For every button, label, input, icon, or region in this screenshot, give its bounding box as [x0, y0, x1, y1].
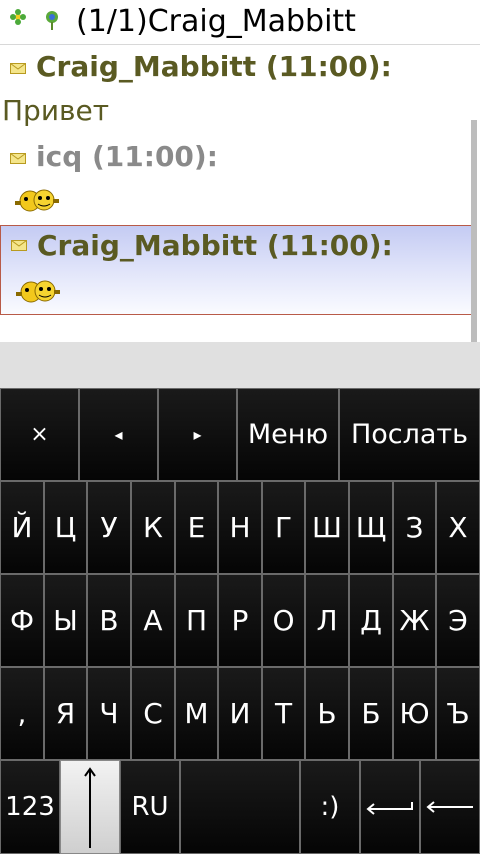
client-icon	[46, 11, 58, 30]
send-button[interactable]: Послать	[339, 388, 480, 481]
letter-key[interactable]: П	[175, 574, 218, 667]
enter-icon	[366, 802, 413, 815]
letter-key[interactable]: Й	[0, 481, 44, 574]
menu-button[interactable]: Меню	[237, 388, 339, 481]
chat-scrollbar[interactable]	[471, 120, 477, 342]
flower-status-icon	[10, 9, 26, 25]
chat-title: (1/1)Craig_Mabbitt	[76, 4, 356, 39]
cursor-left-button[interactable]: ◂	[79, 388, 158, 481]
letter-key[interactable]: Щ	[349, 481, 393, 574]
letter-key[interactable]: Х	[436, 481, 480, 574]
letter-key[interactable]: Н	[218, 481, 262, 574]
letter-key[interactable]: О	[262, 574, 305, 667]
space-key[interactable]	[180, 760, 300, 854]
letter-key[interactable]: Ъ	[436, 667, 480, 760]
message-sender: Craig_Mabbitt (11:00):	[36, 50, 392, 83]
letter-key[interactable]: И	[218, 667, 262, 760]
letter-key[interactable]: Д	[349, 574, 393, 667]
chat-history[interactable]: Craig_Mabbitt (11:00): Привет icq (11:00…	[0, 45, 480, 342]
numbers-key[interactable]: 123	[0, 760, 60, 854]
language-key[interactable]: RU	[120, 760, 180, 854]
envelope-icon	[10, 63, 26, 74]
message-text: Привет	[2, 94, 110, 127]
letter-key[interactable]: Г	[262, 481, 305, 574]
letter-key[interactable]: Т	[262, 667, 305, 760]
letter-key[interactable]: У	[87, 481, 131, 574]
message-sender: Craig_Mabbitt (11:00):	[37, 229, 393, 262]
letter-key[interactable]: Ж	[393, 574, 436, 667]
letter-key[interactable]: Ф	[0, 574, 44, 667]
shift-key[interactable]	[60, 760, 120, 854]
letter-key[interactable]: Ч	[87, 667, 131, 760]
input-area[interactable]	[0, 342, 480, 388]
letter-key[interactable]: Л	[305, 574, 349, 667]
message-selected[interactable]: Craig_Mabbitt (11:00):	[0, 225, 472, 315]
backspace-key[interactable]	[420, 760, 480, 854]
shift-arrow-icon	[84, 767, 96, 848]
letter-key[interactable]: В	[87, 574, 131, 667]
envelope-icon	[11, 240, 27, 251]
letter-key[interactable]: Я	[44, 667, 87, 760]
letter-key[interactable]: Э	[436, 574, 480, 667]
cursor-right-button[interactable]: ▸	[158, 388, 237, 481]
envelope-icon	[10, 153, 26, 164]
letter-key[interactable]: Ш	[305, 481, 349, 574]
backspace-icon	[426, 801, 473, 813]
letter-key[interactable]: Ю	[393, 667, 436, 760]
letter-key[interactable]: Е	[175, 481, 218, 574]
letter-key[interactable]: Б	[349, 667, 393, 760]
letter-key[interactable]: А	[131, 574, 175, 667]
letter-key[interactable]: М	[175, 667, 218, 760]
title-bar: (1/1)Craig_Mabbitt	[0, 0, 480, 45]
smiley-icon	[16, 280, 60, 303]
letter-key[interactable]: Ь	[305, 667, 349, 760]
virtual-keyboard: × ◂ ▸ Меню Послать 123 RU :) ЙЦУКЕНГШЩЗХ…	[0, 388, 480, 854]
close-button[interactable]: ×	[0, 388, 79, 481]
letter-key[interactable]: Р	[218, 574, 262, 667]
enter-key[interactable]	[360, 760, 420, 854]
letter-key[interactable]: С	[131, 667, 175, 760]
letter-key[interactable]: К	[131, 481, 175, 574]
smiley-key[interactable]: :)	[300, 760, 360, 854]
letter-key[interactable]: Ц	[44, 481, 87, 574]
letter-key[interactable]: З	[393, 481, 436, 574]
letter-key[interactable]: Ы	[44, 574, 87, 667]
letter-key[interactable]: ,	[0, 667, 44, 760]
smiley-icon	[15, 189, 59, 212]
message-sender: icq (11:00):	[36, 140, 218, 173]
